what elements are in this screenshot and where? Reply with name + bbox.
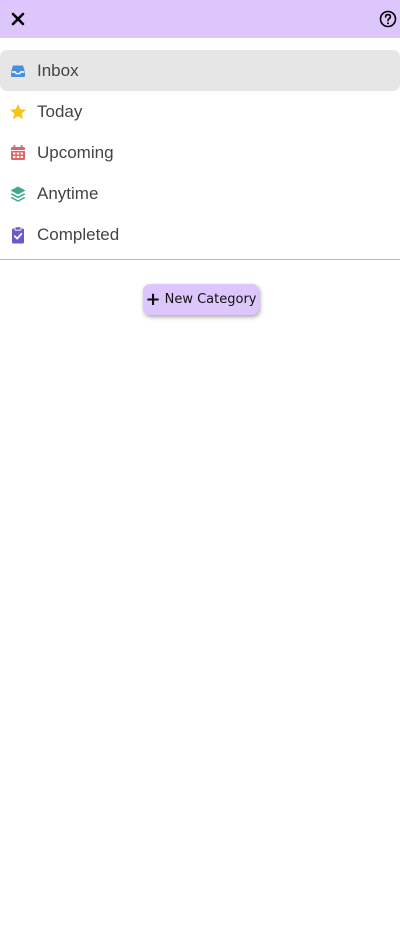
- nav-list: Inbox Today Upcoming Anytime Completed: [0, 50, 400, 255]
- help-icon: [379, 10, 397, 28]
- new-category-label: New Category: [164, 292, 257, 307]
- plus-icon: +: [145, 288, 161, 310]
- nav-item-completed[interactable]: Completed: [0, 214, 400, 255]
- nav-item-inbox[interactable]: Inbox: [0, 50, 400, 91]
- help-button[interactable]: [379, 10, 397, 28]
- divider: [0, 259, 400, 260]
- nav-item-label: Upcoming: [37, 142, 114, 162]
- clipboard-check-icon: [9, 225, 27, 244]
- nav-item-today[interactable]: Today: [0, 91, 400, 132]
- nav-item-upcoming[interactable]: Upcoming: [0, 132, 400, 173]
- nav-item-label: Inbox: [37, 60, 79, 80]
- nav-item-anytime[interactable]: Anytime: [0, 173, 400, 214]
- top-bar: [0, 0, 400, 38]
- new-category-button[interactable]: + New Category: [143, 284, 259, 315]
- nav-item-label: Anytime: [37, 183, 99, 203]
- calendar-icon: [9, 144, 27, 162]
- close-button[interactable]: [9, 10, 27, 28]
- layers-icon: [9, 185, 27, 203]
- inbox-icon: [9, 62, 27, 80]
- nav-item-label: Completed: [37, 224, 120, 244]
- star-icon: [9, 103, 27, 121]
- nav-item-label: Today: [37, 101, 83, 121]
- close-icon: [11, 12, 25, 26]
